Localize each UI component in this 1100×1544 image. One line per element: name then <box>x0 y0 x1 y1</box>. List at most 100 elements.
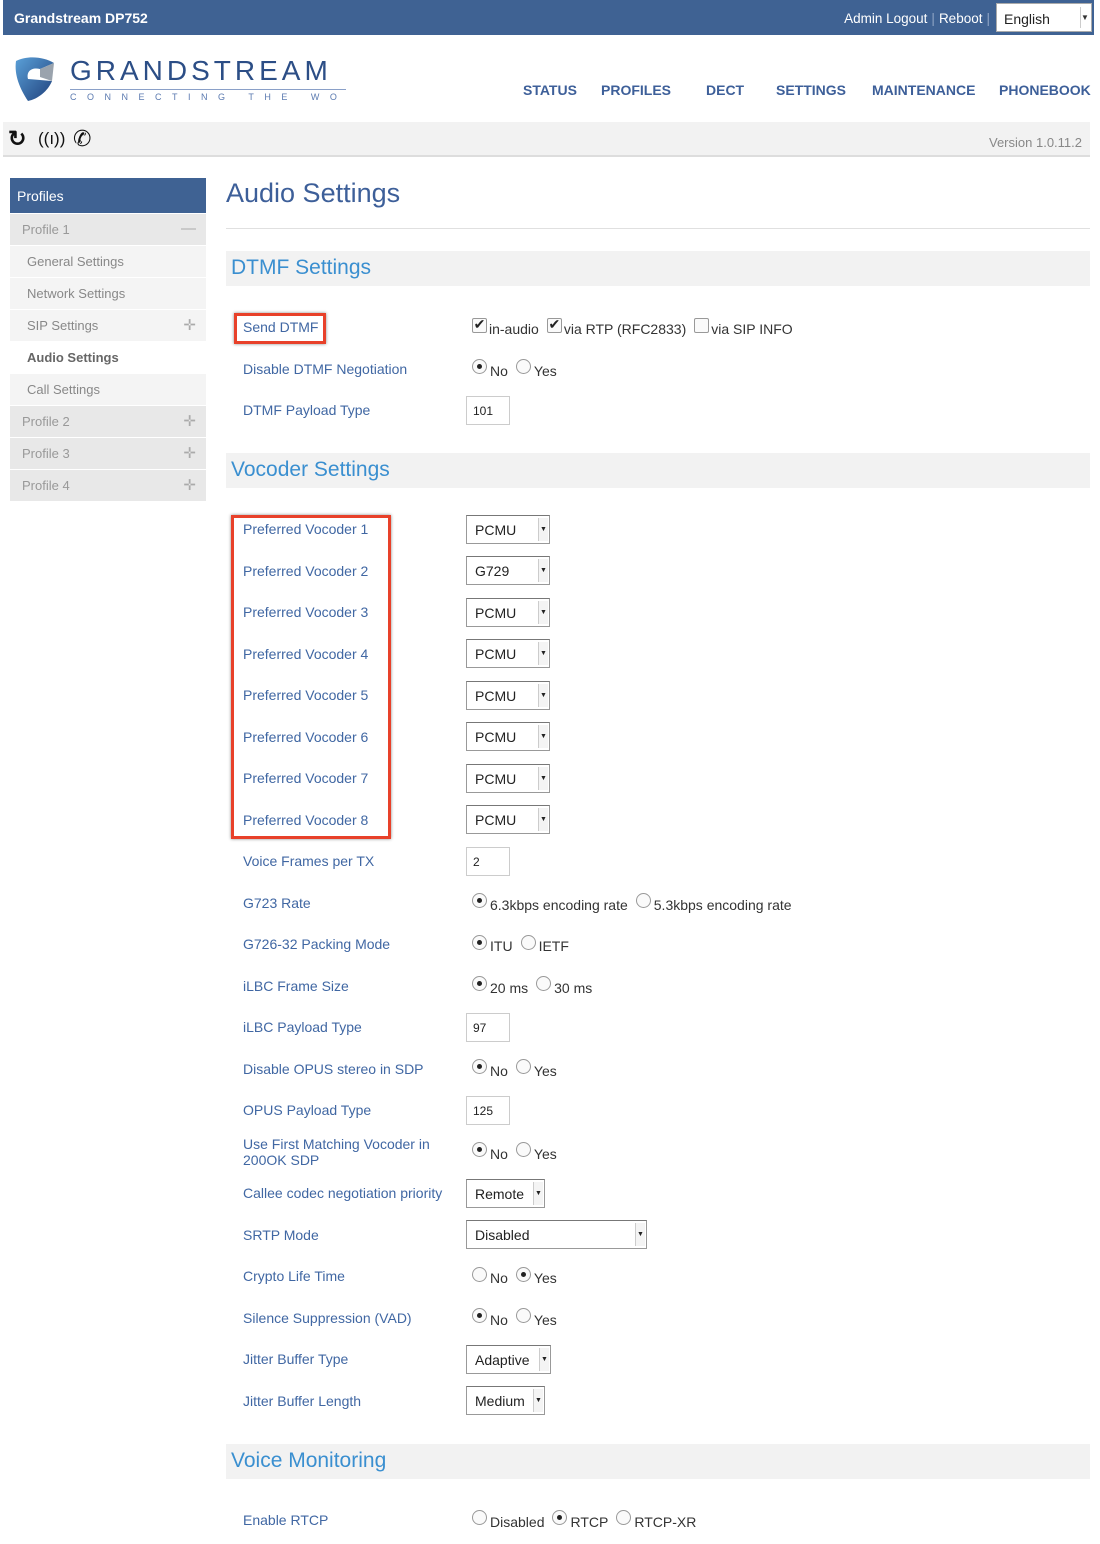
setting-control: No Yes <box>466 355 559 383</box>
preferred-vocoder-7-select[interactable]: PCMU ▼ <box>466 763 550 793</box>
expand-plus-icon[interactable]: ✛ <box>183 412 196 430</box>
radio-no[interactable] <box>472 1266 487 1282</box>
top-bar: Grandstream DP752 Admin Logout | Reboot | E… <box>3 0 1094 35</box>
srtp-mode-select[interactable]: Disabled ▼ <box>466 1220 647 1249</box>
voice-frames-per-tx-input[interactable]: 2 <box>466 846 510 876</box>
radio-itu[interactable] <box>472 934 487 950</box>
radio-yes[interactable] <box>515 359 531 374</box>
checkbox-via-rtp-rfc2833[interactable]: ✔ <box>546 317 562 333</box>
radio-rtcp-xr[interactable] <box>616 1510 632 1525</box>
opus-payload-type-input[interactable]: 125 <box>466 1095 510 1125</box>
preferred-vocoder-5-select[interactable]: PCMU ▼ <box>466 680 550 710</box>
radio-label: Yes <box>533 1311 557 1328</box>
checkbox-label: via SIP INFO <box>711 321 793 337</box>
radio-yes[interactable] <box>515 1059 531 1074</box>
admin-logout-link[interactable]: Admin Logout <box>844 11 927 26</box>
radio-yes[interactable] <box>515 1266 531 1282</box>
radio-20-ms[interactable] <box>472 976 487 991</box>
nav-dect[interactable]: DECT <box>706 82 744 98</box>
nav-phonebook[interactable]: PHONEBOOK <box>999 82 1091 98</box>
dtmf-payload-type-input[interactable]: 101 <box>466 395 510 425</box>
setting-label: G723 Rate <box>243 894 311 911</box>
logo-brand: GRANDSTREAM <box>70 55 332 86</box>
section-dtmf-settings: DTMF Settings <box>226 251 1090 286</box>
setting-control: PCMU ▼ <box>466 805 550 834</box>
sidebar-item-audio-settings[interactable]: Audio Settings <box>10 342 206 373</box>
radio-label: No <box>490 362 508 379</box>
chevron-down-icon: ▼ <box>635 1223 645 1246</box>
setting-control: No Yes <box>466 1138 559 1166</box>
radio-30-ms[interactable] <box>536 976 552 991</box>
radio-disabled[interactable] <box>472 1510 487 1525</box>
setting-label: Disable OPUS stereo in SDP <box>243 1060 424 1077</box>
nav-profiles[interactable]: PROFILES <box>601 82 671 98</box>
preferred-vocoder-1-select[interactable]: PCMU ▼ <box>466 514 550 544</box>
sidebar-item-network-settings[interactable]: Network Settings <box>10 278 206 309</box>
setting-label: iLBC Frame Size <box>243 977 349 994</box>
toolbar: ↻ ((ı)) ✆ Version 1.0.11.2 <box>3 122 1090 157</box>
radio-label: Yes <box>533 362 557 379</box>
phone-call-icon[interactable]: ✆ <box>73 126 91 152</box>
preferred-vocoder-6-select[interactable]: PCMU ▼ <box>466 722 550 751</box>
sidebar-item-profile-4[interactable]: Profile 4 ✛ <box>10 470 206 501</box>
setting-row-silence-suppression-vad: Silence Suppression (VAD) No Yes <box>226 1298 1090 1340</box>
collapse-minus-icon[interactable]: — <box>181 220 196 237</box>
select-value: G729 <box>475 563 510 579</box>
radio-yes[interactable] <box>515 1142 531 1157</box>
setting-control: ✔ in-audio ✔ via RTP (RFC2833) via SIP INFO <box>466 313 795 341</box>
radio-6-3kbps-encoding-rate[interactable] <box>472 893 487 908</box>
preferred-vocoder-3-select[interactable]: PCMU ▼ <box>466 597 550 627</box>
language-select[interactable]: English ▼ <box>996 3 1092 32</box>
setting-row-g726-32-packing-mode: G726-32 Packing Mode ITU IETF <box>226 924 1090 966</box>
checkbox-in-audio[interactable]: ✔ <box>472 317 487 333</box>
jitter-buffer-type-select[interactable]: Adaptive ▼ <box>466 1344 551 1374</box>
preferred-vocoder-8-select[interactable]: PCMU ▼ <box>466 805 550 834</box>
chevron-down-icon: ▼ <box>538 683 548 707</box>
antenna-icon[interactable]: ((ı)) <box>38 129 65 149</box>
reboot-link[interactable]: Reboot <box>939 11 983 26</box>
setting-label: Callee codec negotiation priority <box>243 1185 443 1201</box>
chevron-down-icon: ▼ <box>538 559 548 582</box>
ilbc-payload-type-input[interactable]: 97 <box>466 1012 510 1042</box>
radio-no[interactable] <box>472 1308 487 1323</box>
refresh-icon[interactable]: ↻ <box>8 126 26 152</box>
radio-rtcp[interactable] <box>552 1510 568 1525</box>
radio-label: Yes <box>533 1062 557 1079</box>
sidebar-item-general-settings[interactable]: General Settings <box>10 246 206 277</box>
radio-no[interactable] <box>472 1059 487 1074</box>
select-value: PCMU <box>475 521 517 538</box>
radio-5-3kbps-encoding-rate[interactable] <box>635 893 651 908</box>
preferred-vocoder-4-select[interactable]: PCMU ▼ <box>466 639 550 668</box>
radio-no[interactable] <box>472 359 487 374</box>
setting-control: PCMU ▼ <box>466 722 550 751</box>
sidebar-item-call-settings[interactable]: Call Settings <box>10 374 206 405</box>
grandstream-logo: GRANDSTREAM CONNECTING THE WORLD <box>14 55 346 105</box>
jitter-buffer-length-select[interactable]: Medium ▼ <box>466 1386 545 1415</box>
expand-plus-icon[interactable]: ✛ <box>183 444 196 462</box>
nav-settings[interactable]: SETTINGS <box>776 82 846 98</box>
preferred-vocoder-2-select[interactable]: G729 ▼ <box>466 556 550 585</box>
radio-label: Yes <box>533 1270 557 1286</box>
checkbox-via-sip-info[interactable] <box>694 317 710 333</box>
nav-status[interactable]: STATUS <box>523 82 577 98</box>
sidebar-item-sip-settings[interactable]: SIP Settings ✛ <box>10 310 206 341</box>
sidebar-item-profile-3[interactable]: Profile 3 ✛ <box>10 438 206 469</box>
setting-row-dtmf-payload-type: DTMF Payload Type 101 <box>226 390 1090 432</box>
radio-yes[interactable] <box>515 1308 531 1323</box>
setting-control: 2 <box>466 846 510 876</box>
setting-control: 125 <box>466 1095 510 1125</box>
callee-codec-negotiation-priority-select[interactable]: Remote ▼ <box>466 1178 545 1208</box>
nav-maintenance[interactable]: MAINTENANCE <box>872 82 975 98</box>
select-value: PCMU <box>475 729 517 745</box>
expand-plus-icon[interactable]: ✛ <box>183 476 196 494</box>
sidebar-item-profile-1[interactable]: Profile 1 — <box>10 214 206 245</box>
setting-label: OPUS Payload Type <box>243 1102 372 1118</box>
select-value: PCMU <box>475 770 517 787</box>
sidebar-item-profile-2[interactable]: Profile 2 ✛ <box>10 406 206 437</box>
radio-ietf[interactable] <box>520 934 536 950</box>
expand-plus-icon[interactable]: ✛ <box>183 316 196 334</box>
page-title: Audio Settings <box>226 178 401 208</box>
select-value: PCMU <box>475 646 517 662</box>
radio-no[interactable] <box>472 1142 487 1157</box>
logo-mark-icon <box>15 57 54 101</box>
